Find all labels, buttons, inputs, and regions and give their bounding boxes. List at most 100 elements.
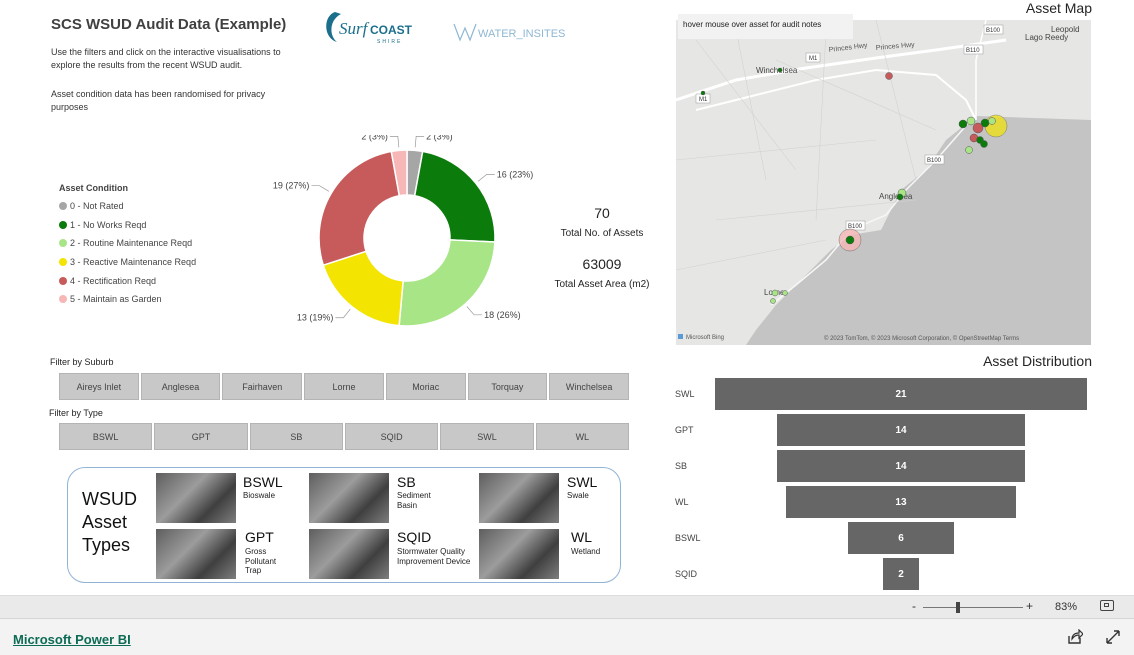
suburb-slicer-option[interactable]: Moriac xyxy=(385,373,466,400)
suburb-slicer-option[interactable]: Winchelsea xyxy=(549,373,629,400)
type-slicer-option[interactable]: SB xyxy=(249,423,343,450)
donut-data-label: 18 (26%) xyxy=(484,310,521,320)
logo-surf-text: Surf xyxy=(339,19,370,38)
donut-slice[interactable] xyxy=(413,150,496,243)
donut-data-label: 2 (3%) xyxy=(361,135,388,141)
donut-data-label: 16 (23%) xyxy=(497,169,534,179)
map-title: Asset Map xyxy=(1025,0,1092,16)
power-bi-link[interactable]: Microsoft Power BI xyxy=(13,632,131,647)
donut-leader-line xyxy=(311,185,330,192)
place-lago-reedy: Lago Reedy xyxy=(1025,33,1068,42)
footer-bar: Microsoft Power BI xyxy=(0,618,1134,655)
legend-label: 4 - Rectification Reqd xyxy=(70,275,157,286)
surf-coast-shire-logo: Surf COAST SHIRE xyxy=(325,8,425,46)
donut-slice[interactable] xyxy=(318,150,401,267)
suburb-slicer-option[interactable]: Anglesea xyxy=(140,373,221,400)
share-icon[interactable] xyxy=(1067,628,1084,650)
sediment-basin-photo xyxy=(309,473,389,523)
report-title: SCS WSUD Audit Data (Example) xyxy=(51,16,287,33)
swale-photo xyxy=(479,473,559,523)
suburb-slicer: Aireys Inlet Anglesea Fairhaven Lorne Moriac… xyxy=(59,373,631,400)
legend-item[interactable]: 0 - Not Rated xyxy=(59,197,196,216)
sqid-photo xyxy=(309,529,389,579)
distribution-bar[interactable]: 14 xyxy=(777,414,1025,446)
type-desc-swl: Swale xyxy=(567,491,589,500)
type-desc-bswl: Bioswale xyxy=(243,491,276,500)
distribution-category-label: GPT xyxy=(675,425,694,435)
asset-map[interactable]: B100 B110 M1 M1 B100 B100 Princes Hwy Pr… xyxy=(676,20,1091,345)
legend-swatch-icon xyxy=(59,202,67,211)
donut-leader-line xyxy=(466,306,483,316)
logo-coast-text: COAST xyxy=(370,23,413,37)
donut-slice[interactable] xyxy=(322,250,404,327)
donut-leader-line xyxy=(335,308,351,319)
place-anglesea: Anglesea xyxy=(879,192,913,201)
map-bing-label: Microsoft Bing xyxy=(686,335,724,341)
type-desc-wl: Wetland xyxy=(571,547,601,556)
logo-water-text: WATER_INSITES xyxy=(478,28,565,40)
asset-types-title-line2: Asset xyxy=(82,512,128,532)
zoom-slider-track[interactable] xyxy=(923,607,1023,608)
water-insites-logo: WATER_INSITES xyxy=(452,20,582,44)
distribution-bar[interactable]: 21 xyxy=(715,378,1087,410)
zoom-out-button[interactable]: - xyxy=(912,599,916,613)
road-label-princes-hwy-a: Princes Hwy xyxy=(828,42,868,54)
fullscreen-icon[interactable] xyxy=(1106,630,1120,649)
type-slicer-option[interactable]: SQID xyxy=(345,423,439,450)
legend-label: 3 - Reactive Maintenance Reqd xyxy=(70,257,197,268)
road-shield-b100-a: B100 xyxy=(986,28,1001,34)
fit-inner-icon xyxy=(1104,603,1109,607)
legend-item[interactable]: 5 - Maintain as Garden xyxy=(59,290,196,309)
zoom-in-button[interactable]: + xyxy=(1026,599,1033,613)
distribution-bar[interactable]: 13 xyxy=(785,486,1017,518)
suburb-slicer-option[interactable]: Torquay xyxy=(467,373,548,400)
zoom-slider-thumb[interactable] xyxy=(956,602,960,613)
distribution-category-label: BSWL xyxy=(675,533,701,543)
type-slicer-option[interactable]: SWL xyxy=(440,423,534,450)
legend-item[interactable]: 3 - Reactive Maintenance Reqd xyxy=(59,253,196,272)
zoom-bar: - + 83% xyxy=(0,595,1134,618)
distribution-category-label: SQID xyxy=(675,569,698,579)
type-code-swl: SWL xyxy=(567,474,598,490)
suburb-slicer-option[interactable]: Fairhaven xyxy=(222,373,303,400)
type-code-sb: SB xyxy=(397,474,416,490)
suburb-slicer-option[interactable]: Lorne xyxy=(304,373,384,400)
legend-swatch-icon xyxy=(59,276,67,285)
legend-swatch-icon xyxy=(59,220,67,229)
legend-swatch-icon xyxy=(59,258,67,267)
total-assets-label: Total No. of Assets xyxy=(560,228,644,239)
legend-label: 5 - Maintain as Garden xyxy=(70,294,162,305)
distribution-title: Asset Distribution xyxy=(983,353,1092,369)
donut-data-label: 2 (3%) xyxy=(426,135,453,141)
road-shield-b110: B110 xyxy=(966,48,980,54)
condition-donut-chart[interactable]: 2 (3%) 16 (23%) 18 (26%) 13 (19%) 19 (27%) 2 … xyxy=(260,135,550,345)
suburb-slicer-option[interactable]: Aireys Inlet xyxy=(59,373,139,400)
legend-item[interactable]: 4 - Rectification Reqd xyxy=(59,271,196,290)
type-slicer-option[interactable]: BSWL xyxy=(59,423,153,450)
legend-label: 2 - Routine Maintenance Reqd xyxy=(70,238,193,249)
road-shield-b100-b: B100 xyxy=(927,158,942,164)
distribution-bar[interactable]: 2 xyxy=(883,558,919,590)
fit-to-page-icon[interactable] xyxy=(1100,600,1114,611)
type-desc-sb: Sediment Basin xyxy=(397,491,431,510)
type-slicer-option[interactable]: GPT xyxy=(154,423,248,450)
distribution-bar[interactable]: 14 xyxy=(777,450,1025,482)
bioswale-photo xyxy=(156,473,236,523)
map-canvas: B100 B110 M1 M1 B100 B100 Princes Hwy Pr… xyxy=(676,20,1091,345)
legend-item[interactable]: 2 - Routine Maintenance Reqd xyxy=(59,234,196,253)
type-slicer-option[interactable]: WL xyxy=(535,423,629,450)
distribution-category-label: SB xyxy=(675,461,688,471)
type-desc-sqid: Stormwater Quality Improvement Device xyxy=(397,547,471,566)
wetland-photo xyxy=(479,529,559,579)
donut-slice[interactable] xyxy=(398,239,496,327)
total-area-value: 63009 xyxy=(582,256,622,272)
type-slicer: BSWL GPT SB SQID SWL WL xyxy=(59,423,631,450)
legend-title: Asset Condition xyxy=(59,183,128,193)
donut-data-label: 19 (27%) xyxy=(273,181,310,191)
legend-swatch-icon xyxy=(59,239,67,248)
distribution-bar[interactable]: 6 xyxy=(847,522,955,554)
asset-types-title: WSUD Asset Types xyxy=(82,488,137,557)
privacy-note: Asset condition data has been randomised… xyxy=(51,89,266,112)
map-hover-note: hover mouse over asset for audit notes xyxy=(678,14,853,39)
legend-item[interactable]: 1 - No Works Reqd xyxy=(59,216,196,235)
